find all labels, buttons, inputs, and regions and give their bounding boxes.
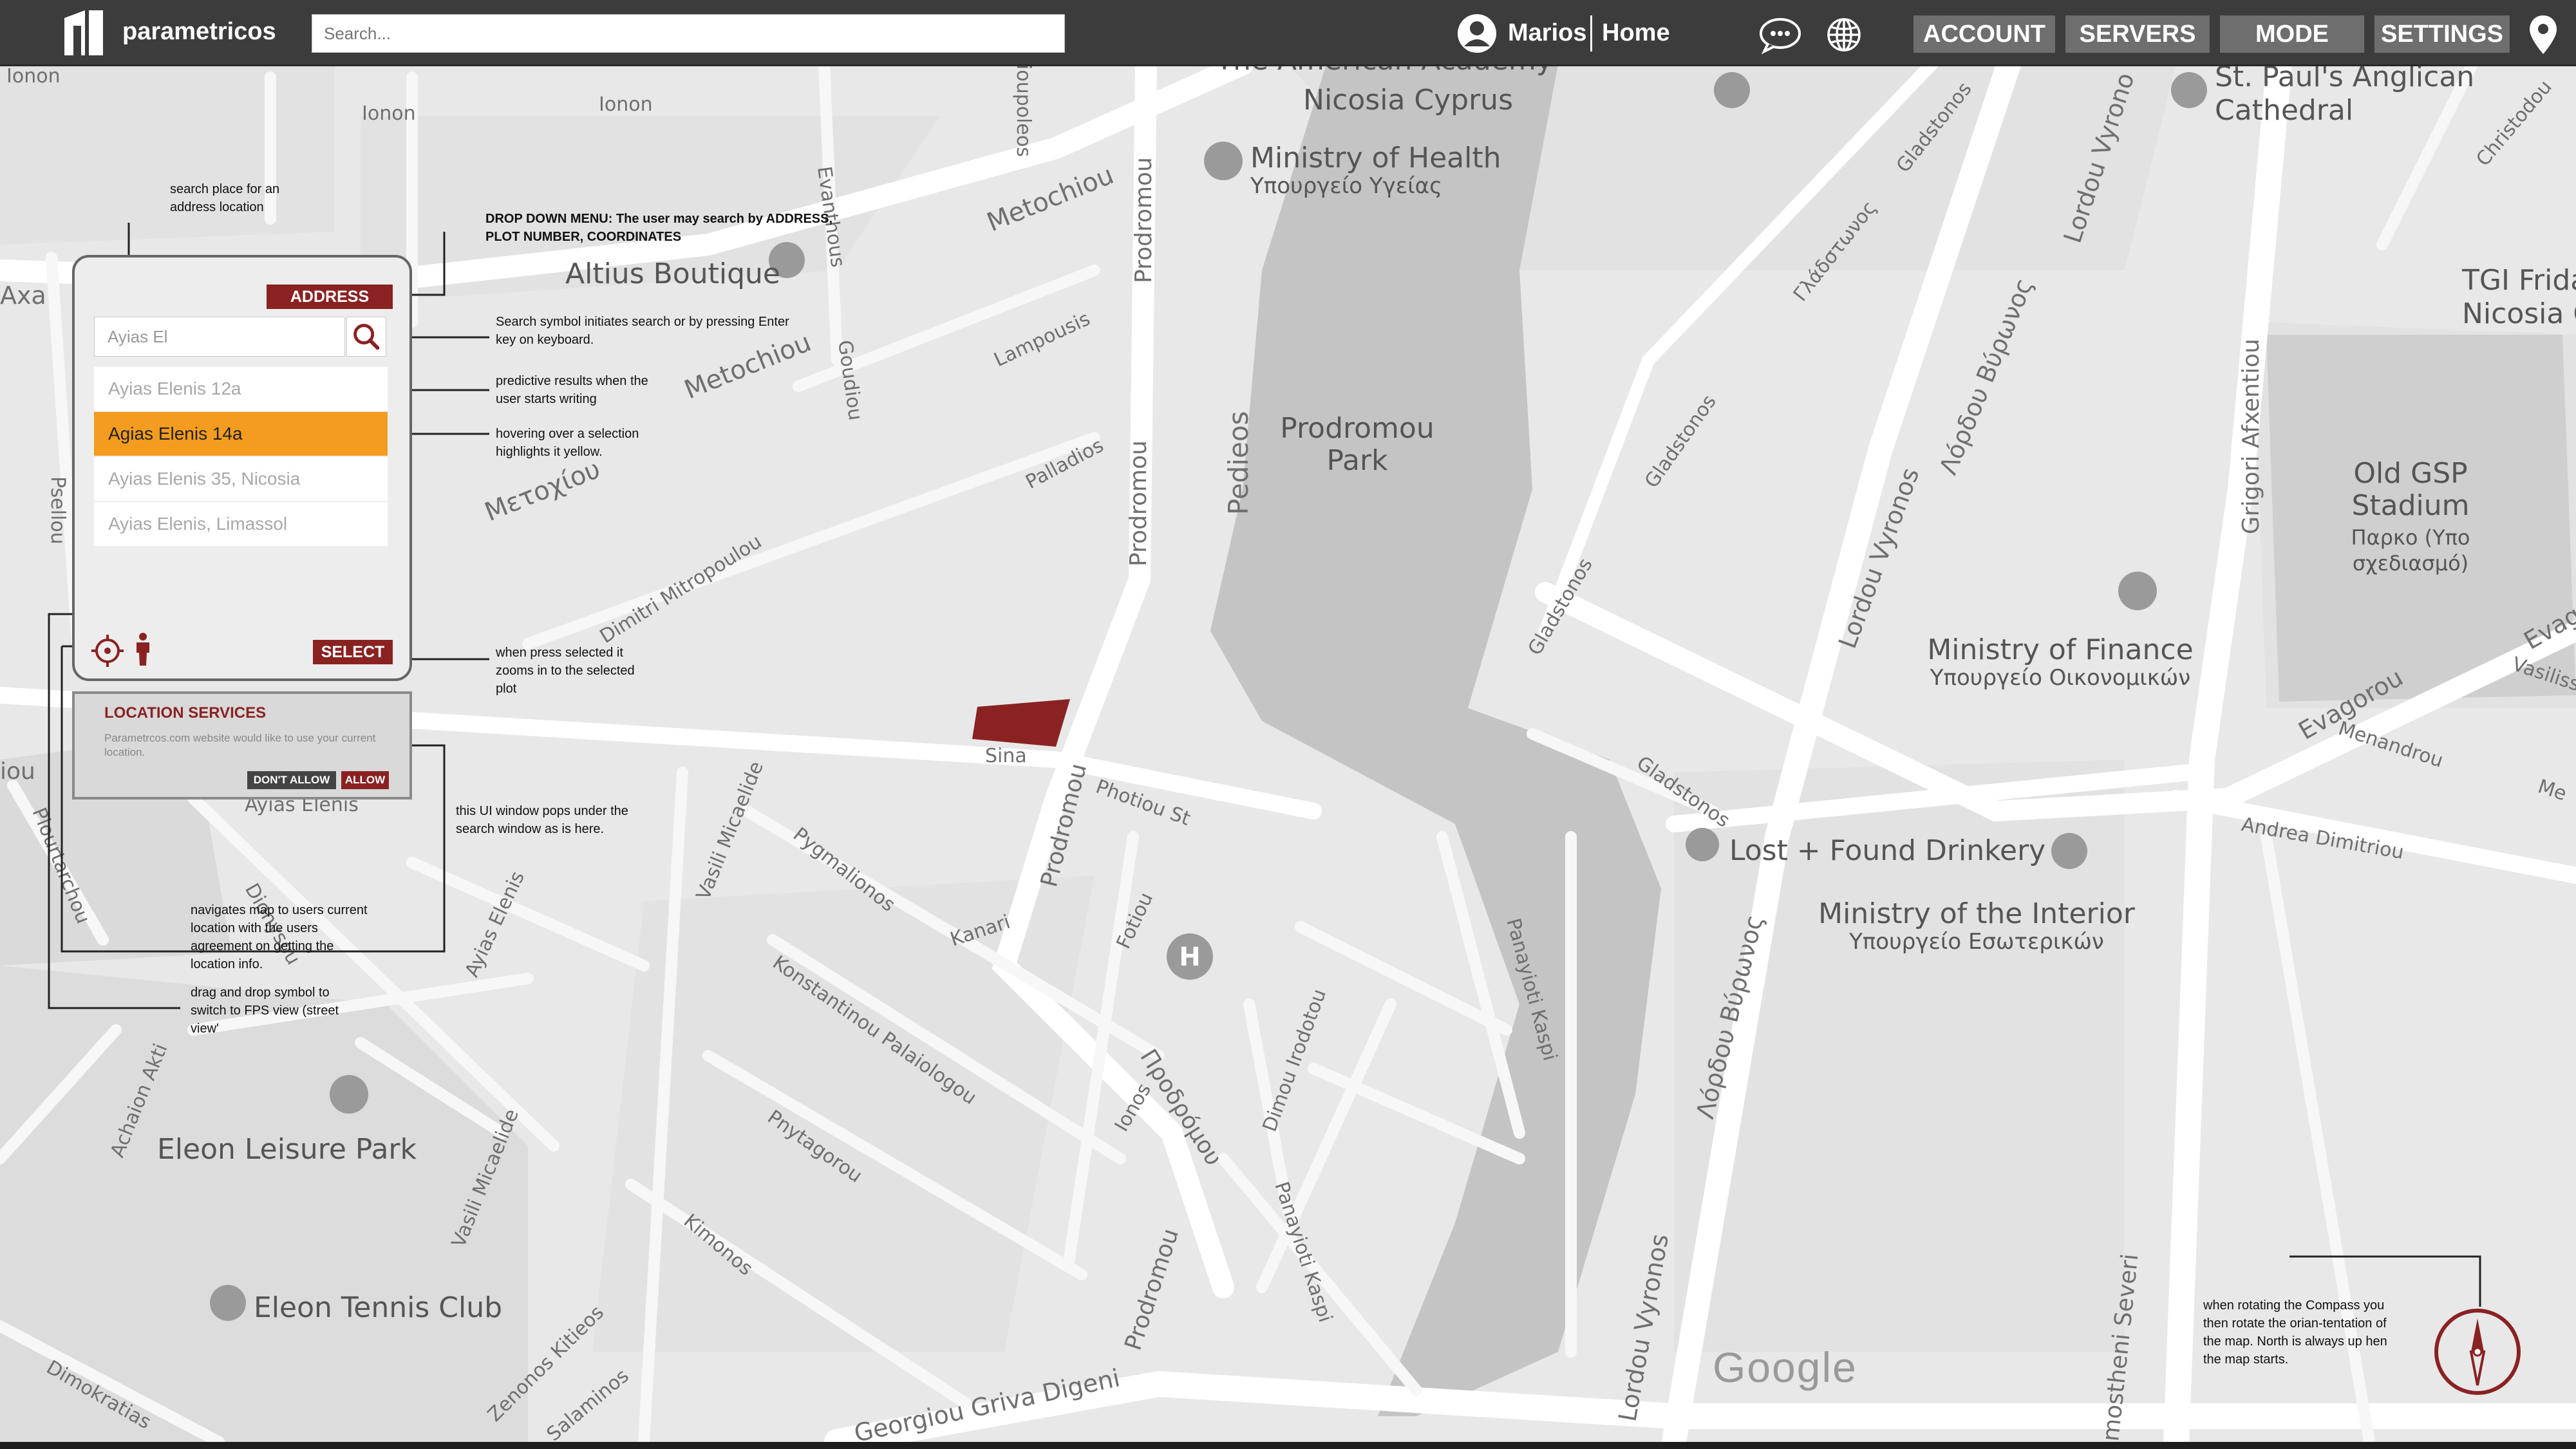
svg-text:Grigori Afxentiou: Grigori Afxentiou	[2238, 339, 2264, 534]
svg-text:Psellou: Psellou	[46, 476, 69, 545]
note-search-symbol: Search symbol initiates search or by pre…	[496, 315, 789, 347]
address-input[interactable]: Ayias El	[94, 317, 345, 357]
mode-button[interactable]: MODE	[2220, 15, 2364, 53]
address-dropdown-button[interactable]: ADDRESS	[267, 285, 393, 309]
search-panel: ADDRESS Ayias El Ayias Elenis 12a Agias …	[72, 255, 412, 681]
search-icon[interactable]	[346, 317, 386, 357]
brand-name[interactable]: parametricos	[122, 18, 276, 46]
predictive-results: Ayias Elenis 12a Agias Elenis 14a Ayias …	[94, 367, 388, 547]
separator	[1590, 15, 1592, 51]
svg-text:H: H	[1179, 942, 1200, 972]
note-navigate: navigates map to users current location …	[191, 903, 368, 971]
avatar-icon[interactable]	[1456, 13, 1498, 54]
google-logo: Google	[1713, 1343, 1857, 1391]
svg-text:Prodromou: Prodromou	[1280, 412, 1434, 445]
svg-text:Prodromou: Prodromou	[1125, 440, 1152, 566]
svg-text:Lost + Found Drinkery: Lost + Found Drinkery	[1729, 834, 2045, 867]
svg-text:Ministry of Health: Ministry of Health	[1250, 142, 1501, 174]
top-bar: parametricos Marios Home ACCOUNT SERVERS…	[0, 0, 2576, 66]
selected-plot	[972, 699, 1070, 747]
svg-text:iou: iou	[0, 758, 35, 785]
note-search-place: search place for an address location	[170, 182, 280, 214]
result-item[interactable]: Ayias Elenis 35, Nicosia	[94, 457, 388, 502]
svg-text:ioupoleos: ioupoleos	[1012, 64, 1035, 157]
svg-text:Altius Boutique: Altius Boutique	[565, 257, 780, 290]
globe-icon[interactable]	[1826, 17, 1862, 53]
location-services-popup: LOCATION SERVICES Parametrcos.com websit…	[72, 691, 412, 799]
result-item[interactable]: Ayias Elenis 12a	[94, 367, 388, 412]
street-view-person-icon[interactable]	[133, 632, 153, 667]
svg-text:Υπουργείο Υγείας: Υπουργείο Υγείας	[1250, 173, 1442, 199]
svg-text:Ionon: Ionon	[362, 102, 416, 125]
bottom-bar	[0, 1442, 2576, 1449]
svg-text:Υπουργείο Οικονομικών: Υπουργείο Οικονομικών	[1930, 665, 2190, 691]
svg-text:Ministry of Finance: Ministry of Finance	[1927, 633, 2193, 666]
svg-text:Ionon: Ionon	[6, 65, 61, 88]
svg-text:Eleon Leisure Park: Eleon Leisure Park	[157, 1133, 417, 1166]
account-button[interactable]: ACCOUNT	[1913, 15, 2055, 53]
result-item[interactable]: Ayias Elenis, Limassol	[94, 502, 388, 547]
svg-text:Eleon Tennis Club: Eleon Tennis Club	[254, 1291, 502, 1324]
svg-text:Prodromou: Prodromou	[1131, 157, 1157, 283]
svg-text:σχεδιασμό): σχεδιασμό)	[2353, 551, 2468, 575]
svg-text:TGI Frida: TGI Frida	[2461, 264, 2576, 297]
svg-text:Υπουργείο Εσωτερικών: Υπουργείο Εσωτερικών	[1848, 929, 2104, 955]
allow-button[interactable]: ALLOW	[341, 771, 389, 789]
popup-message: Parametrcos.com website would like to us…	[104, 732, 376, 758]
user-name[interactable]: Marios	[1508, 19, 1586, 47]
svg-text:Axa: Axa	[0, 281, 46, 310]
svg-text:Park: Park	[1326, 444, 1388, 477]
svg-text:Stadium: Stadium	[2351, 489, 2469, 522]
dont-allow-button[interactable]: DON'T ALLOW	[247, 771, 336, 789]
svg-text:Nicosia Cyprus: Nicosia Cyprus	[1303, 84, 1513, 117]
search-input[interactable]	[312, 14, 1065, 53]
svg-text:Sina: Sina	[985, 745, 1027, 767]
servers-button[interactable]: SERVERS	[2065, 15, 2210, 53]
chat-icon[interactable]	[1758, 15, 1803, 54]
note-popup-under: this UI window pops under the search win…	[456, 804, 628, 836]
svg-text:Παρκο (Υπο: Παρκο (Υπο	[2351, 525, 2470, 550]
note-predictive: predictive results when the user starts …	[496, 374, 648, 406]
home-link[interactable]: Home	[1602, 19, 1670, 47]
compass-icon[interactable]	[2432, 1307, 2523, 1397]
note-drag-drop: drag and drop symbol to switch to FPS vi…	[191, 986, 339, 1036]
svg-text:Ministry of the Interior: Ministry of the Interior	[1818, 897, 2136, 930]
settings-button[interactable]: SETTINGS	[2374, 15, 2510, 53]
note-hover: hovering over a selection highlights it …	[496, 427, 639, 459]
svg-text:Ionon: Ionon	[599, 93, 653, 116]
svg-text:Pedieos: Pedieos	[1223, 411, 1254, 515]
logo-icon[interactable]	[64, 10, 103, 55]
svg-text:Cathedral: Cathedral	[2215, 94, 2353, 127]
locate-me-icon[interactable]	[90, 633, 125, 668]
select-button[interactable]: SELECT	[313, 640, 393, 664]
svg-text:Old GSP: Old GSP	[2353, 457, 2467, 490]
location-pin-icon[interactable]	[2527, 14, 2559, 55]
note-select-zoom: when press selected it zooms in to the s…	[496, 646, 635, 696]
svg-text:Nicosia C: Nicosia C	[2462, 297, 2576, 330]
popup-title: LOCATION SERVICES	[104, 704, 267, 722]
note-compass: when rotating the Compass you then rotat…	[2203, 1298, 2387, 1367]
result-item-highlighted[interactable]: Agias Elenis 14a	[94, 412, 388, 457]
note-dropdown: DROP DOWN MENU: The user may search by A…	[485, 212, 833, 244]
